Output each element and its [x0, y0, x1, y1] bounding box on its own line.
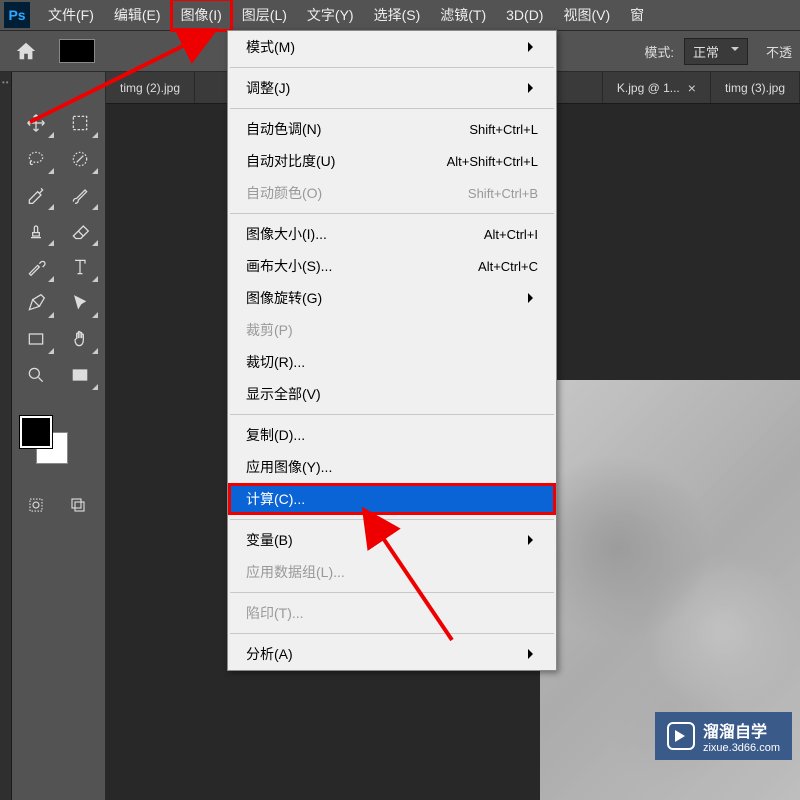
- menu-duplicate[interactable]: 复制(D)...: [228, 419, 556, 451]
- ps-logo: Ps: [4, 2, 30, 28]
- watermark-title: 溜溜自学: [703, 718, 780, 742]
- tab-label: timg (3).jpg: [725, 81, 785, 95]
- eraser-tool[interactable]: [60, 214, 100, 248]
- play-icon: [667, 722, 695, 750]
- menu-type[interactable]: 文字(Y): [297, 0, 364, 31]
- menubar: Ps 文件(F) 编辑(E) 图像(I) 图层(L) 文字(Y) 选择(S) 滤…: [0, 0, 800, 30]
- history-brush-tool[interactable]: [16, 250, 56, 284]
- watermark-subtitle: zixue.3d66.com: [703, 742, 780, 754]
- chevron-right-icon: [528, 535, 538, 545]
- menu-edit[interactable]: 编辑(E): [104, 0, 171, 31]
- menu-trim[interactable]: 裁切(R)...: [228, 346, 556, 378]
- image-menu-dropdown: 模式(M) 调整(J) 自动色调(N)Shift+Ctrl+L 自动对比度(U)…: [227, 30, 557, 671]
- menu-window[interactable]: 窗: [620, 0, 654, 31]
- tab-label: K.jpg @ 1...: [617, 81, 680, 95]
- rectangle-tool[interactable]: [16, 322, 56, 356]
- doc-tab-2[interactable]: K.jpg @ 1... ×: [603, 72, 711, 103]
- chevron-right-icon: [528, 649, 538, 659]
- marquee-tool[interactable]: [60, 106, 100, 140]
- menu-canvas-size[interactable]: 画布大小(S)...Alt+Ctrl+C: [228, 250, 556, 282]
- opacity-label: 不透: [766, 42, 792, 61]
- menu-image-size[interactable]: 图像大小(I)...Alt+Ctrl+I: [228, 218, 556, 250]
- gradient-tool[interactable]: [60, 358, 100, 392]
- eyedropper-tool[interactable]: [16, 178, 56, 212]
- menu-adjustments[interactable]: 调整(J): [228, 72, 556, 104]
- menu-reveal-all[interactable]: 显示全部(V): [228, 378, 556, 410]
- color-swatches[interactable]: [20, 416, 68, 464]
- zoom-tool[interactable]: [16, 358, 56, 392]
- chevron-right-icon: [528, 293, 538, 303]
- menu-filter[interactable]: 滤镜(T): [430, 0, 496, 31]
- menu-mode[interactable]: 模式(M): [228, 31, 556, 63]
- menu-image-rotation[interactable]: 图像旋转(G): [228, 282, 556, 314]
- type-tool[interactable]: [60, 250, 100, 284]
- watermark: 溜溜自学 zixue.3d66.com: [655, 712, 792, 760]
- quick-select-tool[interactable]: [60, 142, 100, 176]
- doc-tab-1[interactable]: timg (2).jpg: [106, 72, 195, 103]
- path-select-tool[interactable]: [60, 286, 100, 320]
- quick-mask-tool[interactable]: [16, 488, 56, 522]
- mode-label: 模式:: [644, 42, 674, 61]
- move-tool[interactable]: [16, 106, 56, 140]
- menu-layer[interactable]: 图层(L): [232, 0, 297, 31]
- doc-tab-3[interactable]: timg (3).jpg: [711, 72, 800, 103]
- screen-mode-tool[interactable]: [58, 488, 98, 522]
- left-gutter: ••: [0, 72, 12, 800]
- menu-select[interactable]: 选择(S): [364, 0, 431, 31]
- menu-auto-tone[interactable]: 自动色调(N)Shift+Ctrl+L: [228, 113, 556, 145]
- chevron-right-icon: [528, 42, 538, 52]
- gradient-swatch[interactable]: [59, 39, 95, 63]
- toolbox: [12, 72, 106, 800]
- menu-trap: 陷印(T)...: [228, 597, 556, 629]
- foreground-color[interactable]: [20, 416, 52, 448]
- pen-tool[interactable]: [16, 286, 56, 320]
- brush-tool[interactable]: [60, 178, 100, 212]
- hand-tool[interactable]: [60, 322, 100, 356]
- menu-file[interactable]: 文件(F): [38, 0, 104, 31]
- home-icon[interactable]: [15, 40, 37, 62]
- tab-label: timg (2).jpg: [120, 81, 180, 95]
- menu-image[interactable]: 图像(I): [171, 0, 232, 31]
- menu-crop: 裁剪(P): [228, 314, 556, 346]
- menu-3d[interactable]: 3D(D): [496, 1, 553, 29]
- menu-view[interactable]: 视图(V): [553, 0, 620, 31]
- menu-auto-color: 自动颜色(O)Shift+Ctrl+B: [228, 177, 556, 209]
- menu-apply-data-set: 应用数据组(L)...: [228, 556, 556, 588]
- close-icon[interactable]: ×: [688, 80, 696, 96]
- menu-variables[interactable]: 变量(B): [228, 524, 556, 556]
- menu-analysis[interactable]: 分析(A): [228, 638, 556, 670]
- menu-calculations[interactable]: 计算(C)...: [228, 483, 556, 515]
- mode-select[interactable]: 正常: [684, 38, 748, 65]
- menu-auto-contrast[interactable]: 自动对比度(U)Alt+Shift+Ctrl+L: [228, 145, 556, 177]
- lasso-tool[interactable]: [16, 142, 56, 176]
- chevron-right-icon: [528, 83, 538, 93]
- stamp-tool[interactable]: [16, 214, 56, 248]
- menu-apply-image[interactable]: 应用图像(Y)...: [228, 451, 556, 483]
